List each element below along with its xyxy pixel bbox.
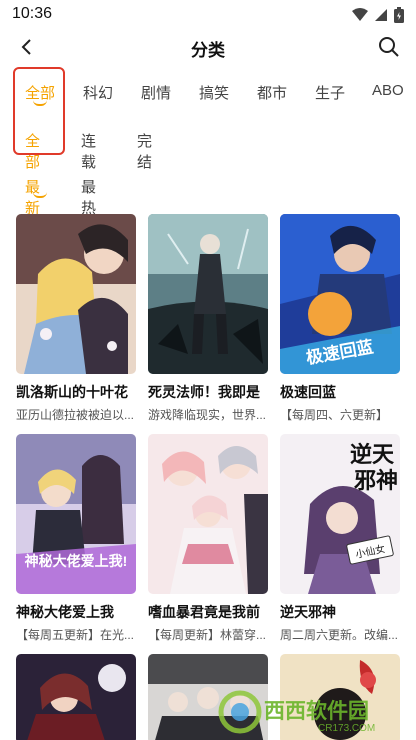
comic-card[interactable]: 嗜血暴君竟是我前 【每周更新】林蕾穿... <box>148 434 270 643</box>
header: 分类 <box>0 30 416 64</box>
cover-title-text: 邪神 <box>353 468 398 493</box>
search-button[interactable] <box>376 34 402 60</box>
comic-card[interactable]: 小仙女 逆天 邪神 逆天邪神 周二周六更新。改编... <box>280 434 402 643</box>
comic-subtitle: 【每周四、六更新】 <box>280 408 389 422</box>
comic-title: 逆天邪神 <box>280 604 336 620</box>
site-watermark: 西西软件园 CR173.COM <box>218 690 408 734</box>
comic-subtitle: 游戏降临现实，世界... <box>148 408 267 422</box>
genre-tab-scifi[interactable]: 科幻 <box>83 82 113 103</box>
comic-cover <box>16 654 136 740</box>
cover-title-text: 逆天 <box>350 442 395 467</box>
comic-card[interactable]: 神秘大佬爱上我! 神秘大佬爱上我 【每周五更新】在光... <box>16 434 138 643</box>
status-icons <box>352 7 404 28</box>
comic-title: 神秘大佬爱上我 <box>16 604 114 620</box>
comic-cover <box>148 214 268 374</box>
status-tab-completed[interactable]: 完结 <box>137 130 152 172</box>
comic-title: 极速回蓝 <box>280 384 336 400</box>
comic-card[interactable] <box>16 654 138 740</box>
genre-tab-comedy[interactable]: 搞笑 <box>199 82 229 103</box>
comic-card[interactable]: 极速回蓝 极速回蓝 【每周四、六更新】 <box>280 214 402 423</box>
status-tab-ongoing[interactable]: 连载 <box>81 130 96 172</box>
sort-tab-hottest[interactable]: 最热 <box>81 176 96 218</box>
comic-cover: 极速回蓝 <box>280 214 400 374</box>
comic-card[interactable]: 死灵法师！我即是 游戏降临现实，世界... <box>148 214 270 423</box>
status-bar: 10:36 <box>0 0 416 30</box>
comic-cover: 小仙女 逆天 邪神 <box>280 434 400 594</box>
comic-subtitle: 【每周五更新】在光... <box>16 628 135 642</box>
wifi-icon <box>352 8 368 27</box>
signal-icon <box>374 8 388 27</box>
genre-tab-abo[interactable]: ABO <box>372 82 404 99</box>
cover-title-text: 神秘大佬爱上我! <box>25 553 128 569</box>
genre-tab-drama[interactable]: 剧情 <box>141 82 171 103</box>
genre-tab-urban[interactable]: 都市 <box>257 82 287 103</box>
comic-subtitle: 【每周更新】林蕾穿... <box>148 628 267 642</box>
annotation-highlight-box <box>13 67 65 155</box>
comic-cover <box>16 214 136 374</box>
sort-active-indicator <box>33 192 47 198</box>
comic-title: 死灵法师！我即是 <box>148 384 260 400</box>
comic-title: 嗜血暴君竟是我前 <box>148 604 260 620</box>
status-time: 10:36 <box>12 5 53 22</box>
watermark-subtext: CR173.COM <box>318 723 375 734</box>
comic-title: 凯洛斯山的十叶花 <box>16 384 128 400</box>
battery-icon <box>394 7 404 28</box>
comic-card[interactable]: 凯洛斯山的十叶花 亚历山德拉被被迫以... <box>16 214 138 423</box>
comic-cover <box>148 434 268 594</box>
genre-tab-mpreg[interactable]: 生子 <box>315 82 345 103</box>
page-title: 分类 <box>191 41 225 60</box>
search-icon <box>379 37 399 57</box>
comic-subtitle: 周二周六更新。改编... <box>280 628 399 642</box>
watermark-text: 西西软件园 <box>264 699 369 723</box>
comic-cover: 神秘大佬爱上我! <box>16 434 136 594</box>
comic-subtitle: 亚历山德拉被被迫以... <box>16 408 135 422</box>
